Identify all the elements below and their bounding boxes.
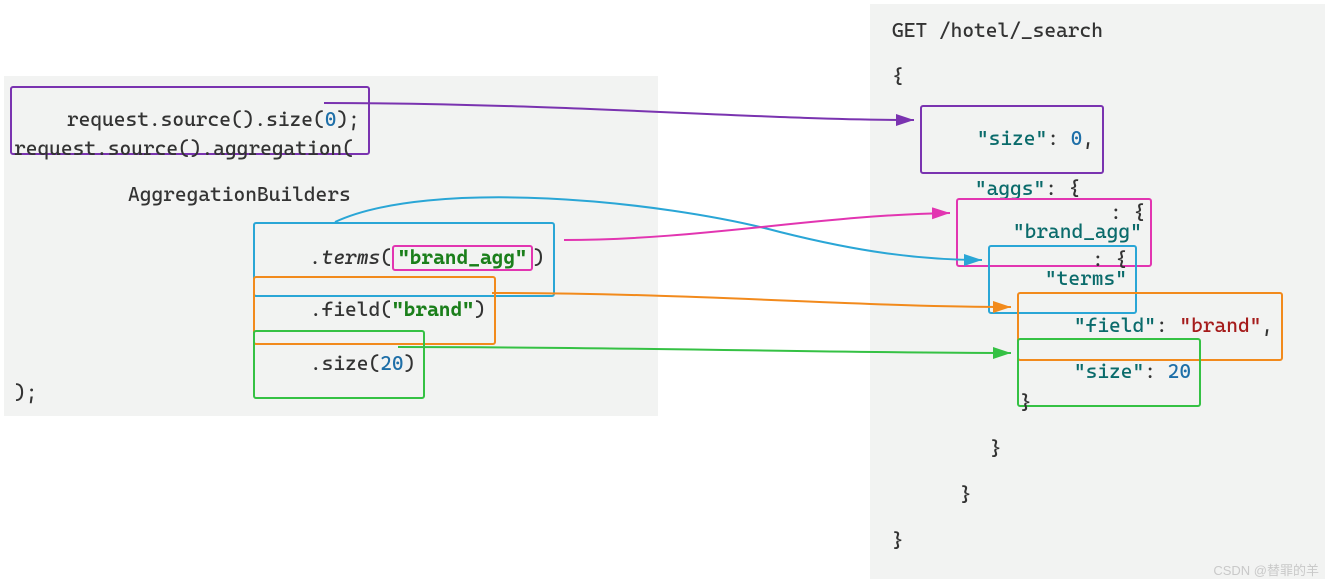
code-text: } [892, 530, 904, 550]
code-text: : [1156, 313, 1179, 337]
code-text: } [1020, 392, 1032, 412]
code-text: ) [474, 297, 486, 321]
code-text: : { [1092, 249, 1127, 269]
json-key: "size" [1074, 359, 1144, 383]
code-text: .field( [310, 297, 392, 321]
code-text: .size( [310, 351, 380, 375]
code-text: : [1144, 359, 1167, 383]
code-text: request.source().size( [67, 107, 325, 131]
watermark-text: CSDN @替罪的羊 [1213, 564, 1319, 577]
code-number: 0 [325, 107, 337, 131]
code-text: AggregationBuilders [128, 184, 351, 204]
json-innersize-box: "size": 20 [1017, 338, 1201, 407]
json-key: "field" [1074, 313, 1156, 337]
json-value: "brand" [1179, 313, 1261, 337]
code-text: : { [1110, 202, 1145, 222]
code-text: ); [336, 107, 359, 131]
code-text: } [990, 438, 1002, 458]
code-number: 20 [380, 351, 403, 375]
json-value: 20 [1168, 359, 1191, 383]
code-text: ) [404, 351, 416, 375]
code-text: request.source().aggregation( [14, 138, 354, 158]
code-text: } [960, 484, 972, 504]
code-string: "brand_agg" [398, 245, 527, 269]
code-text: ) [533, 245, 545, 269]
diagram-stage: request.source().size(0); request.source… [0, 0, 1327, 583]
code-text: ); [14, 382, 37, 402]
code-text: , [1082, 126, 1094, 150]
code-text: { [892, 66, 904, 86]
java-innersize-call-box: .size(20) [253, 330, 425, 399]
code-text: : [1047, 126, 1070, 150]
code-text: .terms [310, 245, 380, 269]
json-value: 0 [1071, 126, 1083, 150]
code-text: , [1261, 313, 1273, 337]
code-text: GET /hotel/_search [892, 20, 1103, 40]
code-string: "brand" [392, 297, 474, 321]
json-key: "size" [977, 126, 1047, 150]
